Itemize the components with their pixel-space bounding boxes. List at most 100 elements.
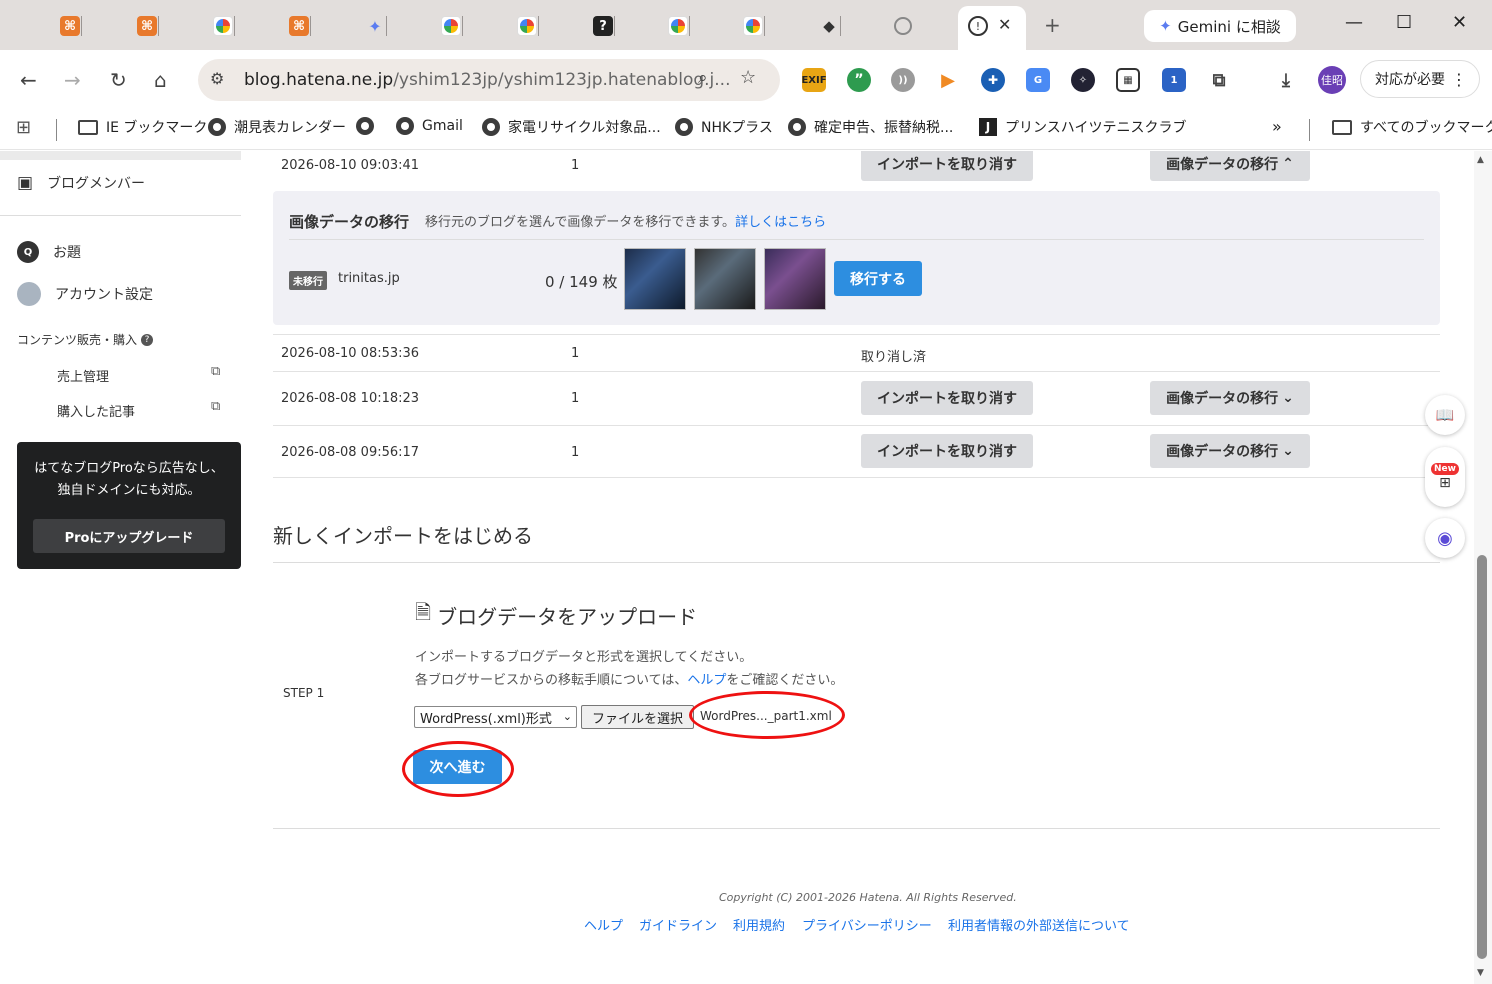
close-window-icon[interactable]: ✕ [1452, 12, 1467, 33]
chevron-down-icon: ⌄ [1282, 443, 1294, 459]
tab[interactable] [213, 10, 235, 42]
cancel-import-button[interactable]: インポートを取り消す [861, 434, 1033, 468]
tab[interactable]: ⌘ [289, 10, 311, 42]
details-link[interactable]: 詳しくはこちら [735, 215, 826, 230]
rss-extension-icon[interactable]: )) [891, 68, 915, 92]
gemini-button[interactable]: ✦ Gemini に相談 [1144, 10, 1296, 42]
grid-icon: ⊞ [1439, 475, 1451, 491]
reload-icon[interactable]: ↻ [110, 68, 127, 92]
section-title: 新しくインポートをはじめる [273, 524, 533, 548]
import-date: 2026-08-08 09:56:17 [281, 445, 420, 460]
book-icon[interactable]: 📖 [1425, 395, 1465, 435]
footer-link-external-transmission[interactable]: 利用者情報の外部送信について [948, 915, 1130, 934]
external-link-icon[interactable]: ⧉ [211, 364, 220, 379]
forward-icon[interactable]: → [64, 68, 81, 92]
translate-extension-icon[interactable]: G [1026, 68, 1050, 92]
tab[interactable]: ⌘ [137, 10, 159, 42]
scroll-up-icon[interactable]: ▲ [1477, 155, 1484, 165]
tab[interactable] [743, 10, 765, 42]
globe-icon [208, 118, 226, 136]
cancel-import-button[interactable]: インポートを取り消す [861, 381, 1033, 415]
toggle-label: 画像データの移行 [1166, 157, 1279, 173]
migrate-button[interactable]: 移行する [834, 261, 922, 296]
new-apps-icon[interactable]: New ⊞ [1425, 447, 1465, 507]
folder-icon [78, 119, 98, 135]
action-required-button[interactable]: 対応が必要 ⋮ [1360, 60, 1480, 98]
address-bar[interactable]: ⚙ blog.hatena.ne.jp/yshim123jp/yshim123j… [198, 59, 780, 101]
image-migrate-toggle[interactable]: 画像データの移行 ⌃ [1150, 151, 1310, 181]
tab[interactable]: ? [593, 10, 615, 42]
sidebar-item-purchased[interactable]: 購入した記事 [57, 401, 135, 420]
pin-icon: ◆ [823, 17, 835, 35]
more-bookmarks-icon[interactable]: » [1272, 117, 1282, 136]
tab[interactable]: ◆ [819, 10, 841, 42]
bookmark-item[interactable]: 潮見表カレンダー [208, 117, 346, 137]
scrollbar-thumb[interactable] [1477, 555, 1487, 959]
tab[interactable] [441, 10, 463, 42]
panel-desc: 移行元のブログを選んで画像データを移行できます。 [425, 215, 736, 230]
bookmark-item[interactable]: NHKプラス [675, 117, 773, 137]
bookmark-item[interactable]: 家電リサイクル対象品... [482, 117, 661, 137]
format-select[interactable]: WordPress(.xml)形式 ⌄ [414, 706, 577, 728]
tab[interactable]: ⌘ [60, 10, 82, 42]
new-tab-icon[interactable]: + [1044, 13, 1061, 37]
google-icon [668, 16, 688, 36]
bookmark-item[interactable]: Gmail [396, 117, 463, 135]
bookmark-folder-ie[interactable]: IE ブックマーク [78, 117, 207, 137]
pro-promo: はてなブログProなら広告なし、独自ドメインにも対応。 Proにアップグレード [17, 442, 241, 569]
image-migrate-toggle[interactable]: 画像データの移行 ⌄ [1150, 381, 1310, 415]
active-tab[interactable]: ! ✕ [958, 6, 1026, 50]
quote-extension-icon[interactable]: ” [847, 68, 871, 92]
footer-link-terms[interactable]: 利用規約 [733, 915, 785, 934]
sidebar-item-account[interactable]: アカウント設定 [17, 282, 153, 306]
footer-link-privacy[interactable]: プライバシーポリシー [802, 915, 932, 934]
close-tab-icon[interactable]: ✕ [998, 15, 1011, 34]
browser-toolbar: ← → ↻ ⌂ ⚙ blog.hatena.ne.jp/yshim123jp/y… [0, 50, 1492, 110]
site-info-icon[interactable]: ⚙ [210, 69, 224, 88]
file-choose-button[interactable]: ファイルを選択 [581, 705, 694, 729]
cancel-import-button[interactable]: インポートを取り消す [861, 151, 1033, 181]
help-link[interactable]: ヘルプ [687, 673, 726, 688]
footer-link-help[interactable]: ヘルプ [584, 915, 623, 934]
home-icon[interactable]: ⌂ [154, 68, 167, 92]
scroll-down-icon[interactable]: ▼ [1477, 968, 1484, 978]
globe-icon [482, 118, 500, 136]
compass-extension-icon[interactable]: ✧ [1071, 68, 1095, 92]
all-bookmarks-folder[interactable]: すべてのブックマーク [1332, 117, 1492, 137]
tab[interactable] [894, 10, 912, 42]
sidebar-item-label: お題 [53, 245, 81, 261]
download-icon[interactable]: ⤓ [1274, 68, 1298, 92]
help-icon[interactable]: ? [141, 333, 154, 346]
zoom-search-icon[interactable]: ⌕ [698, 68, 708, 88]
sidebar-item-blog-members[interactable]: ▣ ブログメンバー [17, 173, 145, 193]
pro-upgrade-button[interactable]: Proにアップグレード [33, 519, 225, 553]
import-count: 1 [571, 445, 580, 460]
bookmark-item[interactable] [356, 117, 374, 135]
tab[interactable] [668, 10, 690, 42]
apps-grid-icon[interactable]: ⊞ [16, 117, 31, 138]
plus-extension-icon[interactable]: ✚ [981, 68, 1005, 92]
assistant-icon[interactable]: ◉ [1425, 518, 1465, 558]
tab[interactable] [517, 10, 539, 42]
play-extension-icon[interactable]: ▶ [936, 68, 960, 92]
image-migrate-toggle[interactable]: 画像データの移行 ⌄ [1150, 434, 1310, 468]
maximize-icon[interactable]: ☐ [1396, 12, 1412, 33]
bookmark-item[interactable]: J プリンスハイツテニスクラブ [979, 117, 1186, 137]
sidebar-item-sales[interactable]: 売上管理 [57, 366, 109, 385]
minimize-icon[interactable]: — [1345, 12, 1363, 33]
badge-extension-icon[interactable]: 1 [1162, 68, 1186, 92]
toggle-label: 画像データの移行 [1166, 391, 1279, 407]
bookmark-star-icon[interactable]: ☆ [740, 67, 756, 88]
back-icon[interactable]: ← [20, 68, 37, 92]
qr-extension-icon[interactable]: ▦ [1116, 68, 1140, 92]
puzzle-icon[interactable]: ⧉ [1207, 68, 1231, 92]
tab[interactable]: ✦ [365, 10, 387, 42]
footer-link-guidelines[interactable]: ガイドライン [639, 915, 717, 934]
profile-avatar[interactable]: 佳昭 [1318, 66, 1346, 94]
page-content: ▣ ブログメンバー Q お題 アカウント設定 コンテンツ販売・購入? 売上管理 ⧉ … [0, 151, 1492, 984]
external-link-icon[interactable]: ⧉ [211, 399, 220, 414]
file-upload-icon: 🗎 [415, 600, 432, 624]
bookmark-item[interactable]: 確定申告、振替納税... [788, 117, 953, 137]
sidebar-item-topics[interactable]: Q お題 [17, 241, 81, 263]
exif-extension-icon[interactable]: EXIF [801, 68, 827, 92]
